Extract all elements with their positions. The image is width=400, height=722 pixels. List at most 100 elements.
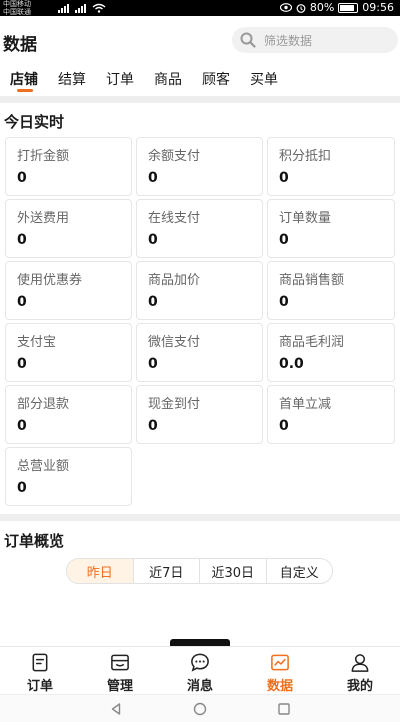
metric-label: 余额支付 <box>148 149 201 164</box>
tab-customers[interactable]: 顾客 <box>202 64 230 96</box>
metric-card[interactable]: 使用优惠券 0 <box>5 261 132 320</box>
order-overview-title: 订单概览 <box>4 532 65 550</box>
metric-card[interactable]: 总营业额 0 <box>5 447 132 506</box>
metric-card[interactable]: 在线支付 0 <box>136 199 263 258</box>
metric-label: 商品销售额 <box>279 273 345 288</box>
nav-label: 消息 <box>186 679 213 694</box>
carrier-1: 中国移动 <box>3 0 31 8</box>
nav-orders[interactable]: 订单 <box>0 647 80 694</box>
realtime-metrics: 打折金额 0 余额支付 0 积分抵扣 0 外送费用 0 在线支付 0 订单数量 0 使用优惠… <box>5 137 395 506</box>
metric-value: 0 <box>148 170 158 186</box>
metric-card[interactable]: 商品毛利润 0.0 <box>267 323 395 382</box>
metric-card[interactable]: 打折金额 0 <box>5 137 132 196</box>
battery-percent: 80% <box>309 1 335 14</box>
back-icon[interactable] <box>109 702 123 716</box>
search-input[interactable]: 筛选数据 <box>232 27 398 53</box>
metric-value: 0 <box>17 232 27 248</box>
nav-data[interactable]: 数据 <box>240 647 320 694</box>
home-icon[interactable] <box>193 702 207 716</box>
metric-label: 首单立减 <box>279 397 332 412</box>
recents-icon[interactable] <box>277 702 291 716</box>
range-custom[interactable]: 自定义 <box>267 559 333 583</box>
page-title: 数据 <box>3 35 37 55</box>
user-icon <box>351 654 369 672</box>
metric-label: 商品毛利润 <box>279 335 345 350</box>
metric-value: 0 <box>17 418 27 434</box>
search-placeholder: 筛选数据 <box>264 33 313 48</box>
metric-label: 总营业额 <box>17 459 70 474</box>
metric-card[interactable]: 首单立减 0 <box>267 385 395 444</box>
metric-card[interactable]: 订单数量 0 <box>267 199 395 258</box>
metric-label: 使用优惠券 <box>17 273 83 288</box>
wifi-icon <box>92 3 106 13</box>
carrier-info: 中国移动 中国联通 <box>3 0 31 16</box>
nav-manage[interactable]: 管理 <box>80 647 160 694</box>
nav-label: 管理 <box>106 679 133 694</box>
tab-checkout[interactable]: 买单 <box>250 64 278 96</box>
carrier-2: 中国联通 <box>3 8 31 16</box>
metric-card[interactable]: 微信支付 0 <box>136 323 263 382</box>
metric-value: 0 <box>279 232 289 248</box>
status-bar: 中国移动 中国联通 80% 09:56 <box>0 0 400 16</box>
nav-profile[interactable]: 我的 <box>320 647 400 694</box>
metric-label: 现金到付 <box>148 397 201 412</box>
status-right: 80% 09:56 <box>279 1 394 14</box>
section-divider <box>0 514 400 521</box>
metric-label: 部分退款 <box>17 397 70 412</box>
metric-value: 0 <box>279 418 289 434</box>
metric-card[interactable]: 部分退款 0 <box>5 385 132 444</box>
metric-label: 积分抵扣 <box>279 149 332 164</box>
signal-icons <box>58 3 106 13</box>
section-divider <box>0 96 400 103</box>
metric-value: 0 <box>279 170 289 186</box>
metric-value: 0 <box>17 480 27 496</box>
metric-card[interactable]: 商品销售额 0 <box>267 261 395 320</box>
metric-value: 0 <box>148 294 158 310</box>
eye-icon <box>279 3 292 12</box>
nav-label: 我的 <box>346 679 373 694</box>
metric-value: 0 <box>148 232 158 248</box>
header: 数据 筛选数据 <box>0 16 400 64</box>
tab-orders[interactable]: 订单 <box>106 64 134 96</box>
metric-label: 商品加价 <box>148 273 201 288</box>
signal-icon <box>75 3 86 13</box>
date-range-selector: 昨日 近7日 近30日 自定义 <box>66 558 333 584</box>
metric-value: 0 <box>279 294 289 310</box>
metric-card[interactable]: 现金到付 0 <box>136 385 263 444</box>
tab-bar: 店铺 结算 订单 商品 顾客 买单 <box>0 64 400 96</box>
metric-value: 0 <box>148 356 158 372</box>
metric-label: 打折金额 <box>17 149 70 164</box>
tab-settlement[interactable]: 结算 <box>58 64 86 96</box>
message-icon <box>191 653 209 672</box>
metric-value: 0 <box>17 356 27 372</box>
alarm-icon <box>296 3 306 13</box>
realtime-title: 今日实时 <box>4 113 65 131</box>
tab-store[interactable]: 店铺 <box>10 64 38 96</box>
clock: 09:56 <box>362 1 394 14</box>
metric-card[interactable]: 余额支付 0 <box>136 137 263 196</box>
range-7-days[interactable]: 近7日 <box>134 559 200 583</box>
metric-value: 0 <box>17 170 27 186</box>
metric-label: 微信支付 <box>148 335 201 350</box>
nav-label: 数据 <box>266 679 293 694</box>
nav-messages[interactable]: 消息 <box>160 647 240 694</box>
search-icon <box>240 32 256 48</box>
system-nav-bar <box>0 694 400 722</box>
signal-icon <box>58 3 69 13</box>
tab-products[interactable]: 商品 <box>154 64 182 96</box>
range-30-days[interactable]: 近30日 <box>200 559 267 583</box>
metric-card[interactable]: 商品加价 0 <box>136 261 263 320</box>
metric-label: 外送费用 <box>17 211 70 226</box>
metric-value: 0 <box>17 294 27 310</box>
bottom-nav: 订单 管理 消息 数据 我的 <box>0 646 400 694</box>
metric-card[interactable]: 外送费用 0 <box>5 199 132 258</box>
order-icon <box>32 653 48 672</box>
metric-card[interactable]: 积分抵扣 0 <box>267 137 395 196</box>
manage-icon <box>111 654 129 671</box>
metric-label: 支付宝 <box>17 335 57 350</box>
range-yesterday[interactable]: 昨日 <box>67 559 134 583</box>
metric-label: 订单数量 <box>279 211 332 226</box>
metric-card[interactable]: 支付宝 0 <box>5 323 132 382</box>
metric-label: 在线支付 <box>148 211 201 226</box>
nav-label: 订单 <box>26 679 53 694</box>
